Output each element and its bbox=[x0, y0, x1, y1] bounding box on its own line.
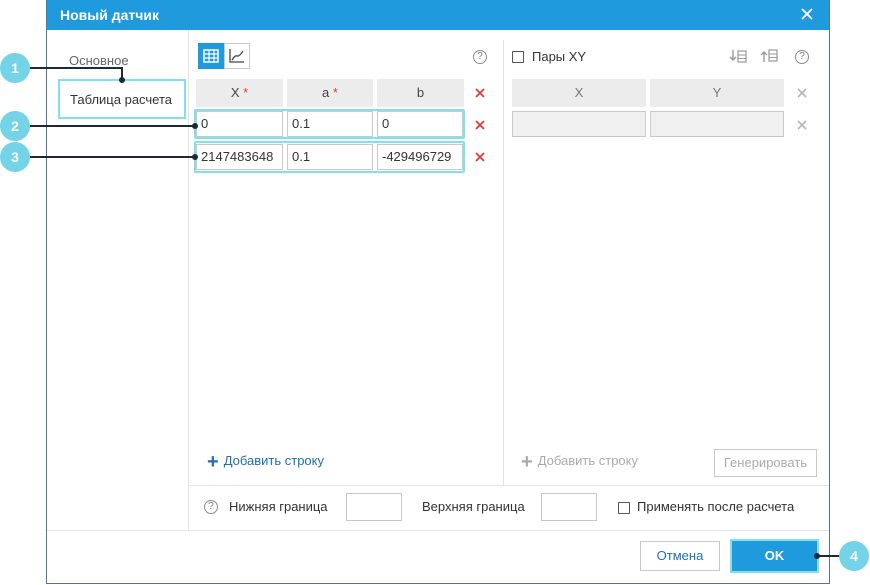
plus-icon: + bbox=[521, 451, 533, 473]
close-icon[interactable] bbox=[799, 6, 815, 22]
table-icon bbox=[203, 49, 219, 63]
callout-2: 2 bbox=[0, 111, 30, 141]
cell-a-input[interactable]: 0.1 bbox=[287, 144, 373, 170]
table-help-icon[interactable]: ? bbox=[473, 50, 487, 64]
bounds-help-icon[interactable]: ? bbox=[204, 500, 218, 514]
callout-4-dot bbox=[814, 553, 820, 559]
header-a: a * bbox=[287, 79, 373, 107]
callout-4-leader bbox=[817, 555, 839, 557]
apply-after-checkbox[interactable] bbox=[618, 502, 630, 514]
generate-button: Генерировать bbox=[714, 449, 817, 477]
header-xy-x: X bbox=[512, 79, 646, 107]
delete-row-icon bbox=[797, 120, 807, 130]
callout-2-leader bbox=[30, 125, 195, 127]
pairs-xy-label: Пары XY bbox=[532, 49, 587, 64]
lower-bound-input[interactable] bbox=[346, 493, 402, 521]
header-xy-y: Y bbox=[650, 79, 784, 107]
cell-x-input[interactable]: 2147483648 bbox=[196, 144, 283, 170]
insert-row-below-icon[interactable] bbox=[729, 48, 747, 64]
xy-cell-x-input bbox=[512, 111, 646, 137]
add-row-button[interactable]: + Добавить строку bbox=[207, 451, 324, 474]
cell-a-input[interactable]: 0.1 bbox=[287, 111, 373, 137]
sensor-dialog: Новый датчик Основное Таблица расчета ? … bbox=[46, 0, 830, 584]
insert-row-above-icon[interactable] bbox=[760, 48, 778, 64]
delete-column-icon[interactable] bbox=[475, 88, 485, 98]
bounds-divider-top bbox=[188, 485, 829, 486]
delete-row-icon[interactable] bbox=[475, 152, 485, 162]
sidebar-divider bbox=[188, 30, 189, 530]
xy-add-row-button: + Добавить строку bbox=[521, 451, 638, 473]
cell-b-input[interactable]: 0 bbox=[377, 111, 463, 137]
ok-button[interactable]: OK bbox=[730, 539, 819, 573]
upper-bound-input[interactable] bbox=[541, 493, 597, 521]
sidebar-item-label: Таблица расчета bbox=[70, 92, 173, 107]
plus-icon: + bbox=[207, 451, 219, 473]
panel-divider bbox=[503, 40, 504, 485]
cell-b-input[interactable]: -429496729 bbox=[377, 144, 463, 170]
title-bar: Новый датчик bbox=[47, 0, 829, 30]
header-b: b bbox=[377, 79, 464, 107]
cancel-button[interactable]: Отмена bbox=[640, 541, 720, 571]
footer-divider bbox=[47, 530, 829, 531]
chart-view-button[interactable] bbox=[224, 43, 250, 69]
callout-1: 1 bbox=[0, 53, 30, 83]
delete-column-icon bbox=[797, 88, 807, 98]
callout-3: 3 bbox=[0, 142, 30, 172]
callout-1-leader bbox=[30, 67, 123, 69]
callout-2-dot bbox=[192, 123, 198, 129]
header-x: X * bbox=[196, 79, 283, 107]
pairs-xy-checkbox[interactable] bbox=[512, 51, 524, 63]
apply-after-label: Применять после расчета bbox=[637, 499, 795, 514]
xy-cell-y-input bbox=[650, 111, 784, 137]
table-view-button[interactable] bbox=[198, 43, 224, 69]
callout-1-dot bbox=[119, 77, 125, 83]
sidebar-item-basic[interactable]: Основное bbox=[69, 53, 129, 68]
callout-3-dot bbox=[192, 154, 198, 160]
cell-x-input[interactable]: 0 bbox=[196, 111, 283, 137]
chart-icon bbox=[229, 49, 244, 63]
sidebar-item-calc-table[interactable]: Таблица расчета bbox=[58, 79, 186, 119]
lower-bound-label: Нижняя граница bbox=[229, 499, 328, 514]
upper-bound-label: Верхняя граница bbox=[422, 499, 525, 514]
xy-help-icon[interactable]: ? bbox=[795, 50, 809, 64]
delete-row-icon[interactable] bbox=[475, 120, 485, 130]
callout-4: 4 bbox=[839, 541, 869, 571]
callout-3-leader bbox=[30, 156, 195, 158]
dialog-title: Новый датчик bbox=[60, 7, 159, 23]
